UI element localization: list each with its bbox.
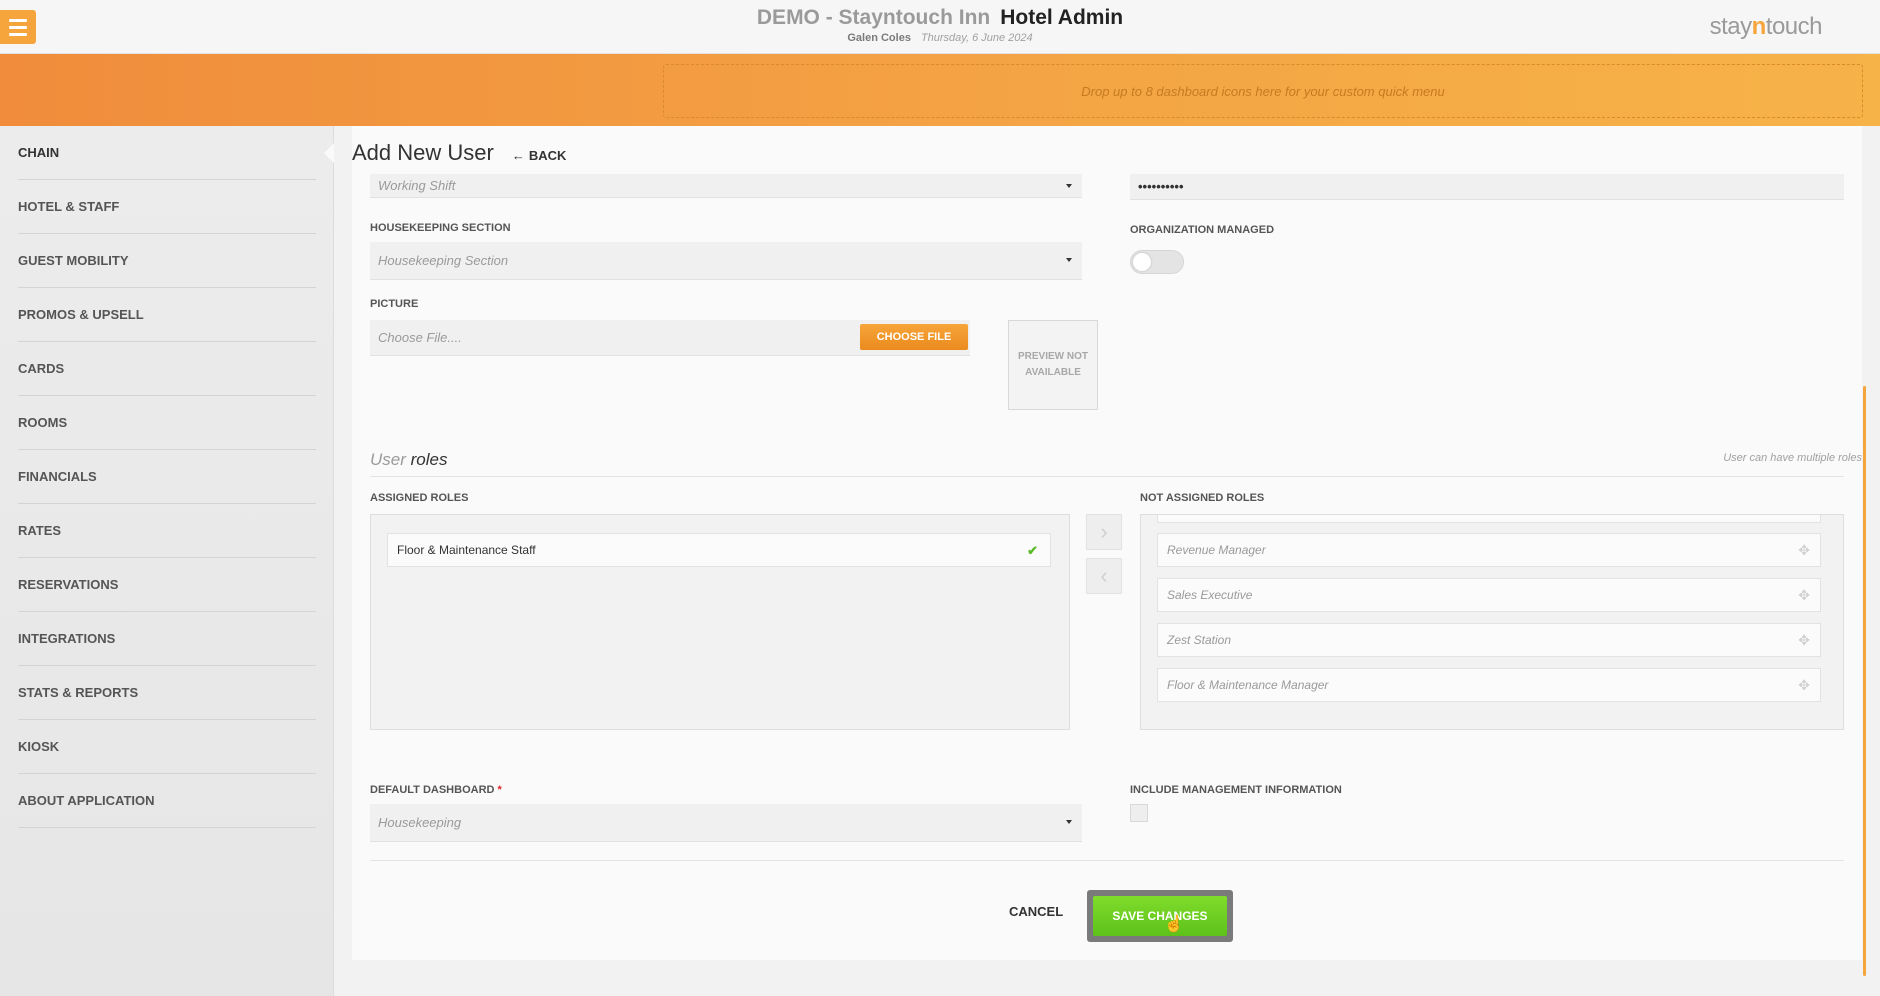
password-field[interactable]: ••••••••••: [1130, 174, 1844, 200]
assigned-roles-label: ASSIGNED ROLES: [370, 492, 469, 504]
sidebar-item-promos-upsell[interactable]: PROMOS & UPSELL: [18, 288, 316, 342]
sidebar-item-rates[interactable]: RATES: [18, 504, 316, 558]
default-dashboard-select[interactable]: Housekeeping: [370, 804, 1082, 842]
user-form-panel: Add New User ← BACK Working Shift •••••••…: [352, 126, 1866, 976]
drag-handle-icon: ✥: [1798, 632, 1810, 648]
back-arrow-icon: ←: [511, 148, 525, 163]
role-item-zest-station[interactable]: Zest Station ✥: [1157, 623, 1821, 657]
picture-preview: PREVIEW NOT AVAILABLE: [1008, 320, 1098, 410]
housekeeping-section-label: HOUSEKEEPING SECTION: [370, 222, 511, 234]
divider: [370, 476, 1844, 477]
picture-label: PICTURE: [370, 298, 419, 310]
role-item-partial[interactable]: [1157, 515, 1821, 523]
divider: [370, 860, 1844, 861]
role-item-revenue-manager[interactable]: Revenue Manager ✥: [1157, 533, 1821, 567]
app-title: Hotel Admin: [1000, 6, 1124, 29]
sidebar: CHAIN HOTEL & STAFF GUEST MOBILITY PROMO…: [0, 126, 334, 996]
role-item-floor-maintenance-staff[interactable]: Floor & Maintenance Staff ✔: [387, 533, 1051, 567]
sidebar-item-stats-reports[interactable]: STATS & REPORTS: [18, 666, 316, 720]
back-button[interactable]: ← BACK: [512, 148, 567, 163]
role-item-floor-maintenance-manager[interactable]: Floor & Maintenance Manager ✥: [1157, 668, 1821, 702]
picture-file-input[interactable]: Choose File.... CHOOSE FILE: [370, 320, 970, 356]
main-content: Add New User ← BACK Working Shift •••••••…: [334, 126, 1880, 996]
choose-file-button[interactable]: CHOOSE FILE: [860, 324, 968, 350]
sidebar-item-about-application[interactable]: ABOUT APPLICATION: [18, 774, 316, 828]
scrollbar[interactable]: [1863, 386, 1866, 976]
drag-handle-icon: ✥: [1798, 587, 1810, 603]
organization-managed-label: ORGANIZATION MANAGED: [1130, 224, 1275, 236]
sidebar-item-rooms[interactable]: ROOMS: [18, 396, 316, 450]
save-changes-button[interactable]: SAVE CHANGES: [1093, 896, 1227, 936]
include-management-information-label: INCLUDE MANAGEMENT INFORMATION: [1130, 784, 1342, 796]
chevron-right-icon: ›: [1100, 519, 1108, 544]
sidebar-item-hotel-staff[interactable]: HOTEL & STAFF: [18, 180, 316, 234]
chevron-left-icon: ‹: [1100, 563, 1108, 588]
quick-menu-banner: Drop up to 8 dashboard icons here for yo…: [0, 54, 1880, 126]
not-assigned-roles-list[interactable]: Revenue Manager ✥ Sales Executive ✥ Zest S…: [1140, 514, 1844, 730]
user-roles-heading: User roles: [370, 450, 448, 469]
not-assigned-roles-label: NOT ASSIGNED ROLES: [1140, 492, 1265, 504]
drag-handle-icon: ✥: [1798, 677, 1810, 693]
sidebar-item-chain[interactable]: CHAIN: [18, 126, 316, 180]
sidebar-item-cards[interactable]: CARDS: [18, 342, 316, 396]
chevron-down-icon: [1066, 258, 1072, 262]
move-right-button[interactable]: ›: [1086, 514, 1122, 550]
chevron-down-icon: [1066, 820, 1072, 824]
current-date: Thursday, 6 June 2024: [920, 32, 1033, 44]
sidebar-item-guest-mobility[interactable]: GUEST MOBILITY: [18, 234, 316, 288]
sidebar-item-kiosk[interactable]: KIOSK: [18, 720, 316, 774]
include-management-information-checkbox[interactable]: [1130, 804, 1148, 822]
quick-menu-dropzone[interactable]: Drop up to 8 dashboard icons here for yo…: [663, 64, 1863, 118]
sidebar-item-reservations[interactable]: RESERVATIONS: [18, 558, 316, 612]
required-indicator: *: [497, 784, 502, 796]
user-name: Galen Coles: [847, 32, 911, 44]
chevron-down-icon: [1066, 184, 1072, 188]
working-shift-select[interactable]: Working Shift: [370, 174, 1082, 198]
sidebar-item-integrations[interactable]: INTEGRATIONS: [18, 612, 316, 666]
cancel-button[interactable]: CANCEL: [1009, 904, 1063, 919]
top-bar: DEMO - Stayntouch Inn Hotel Admin Galen C…: [0, 0, 1880, 54]
move-left-button[interactable]: ‹: [1086, 558, 1122, 594]
page-title: Add New User: [352, 140, 494, 165]
check-icon: ✔: [1027, 543, 1038, 558]
page-header: Add New User ← BACK: [352, 140, 566, 166]
roles-hint: User can have multiple roles: [1723, 452, 1862, 464]
stayntouch-logo: stayntouch: [1709, 13, 1823, 40]
default-dashboard-label: DEFAULT DASHBOARD *: [370, 784, 502, 796]
toggle-knob: [1133, 253, 1151, 271]
role-item-sales-executive[interactable]: Sales Executive ✥: [1157, 578, 1821, 612]
header-title: DEMO - Stayntouch Inn Hotel Admin Galen C…: [0, 6, 1880, 44]
save-changes-focus-ring: SAVE CHANGES: [1087, 890, 1233, 942]
pointer-cursor-icon: ☝: [1164, 916, 1184, 933]
housekeeping-section-select[interactable]: Housekeeping Section: [370, 242, 1082, 280]
drag-handle-icon: ✥: [1798, 542, 1810, 558]
assigned-roles-list[interactable]: Floor & Maintenance Staff ✔: [370, 514, 1070, 730]
organization-managed-toggle[interactable]: [1130, 250, 1184, 274]
sidebar-item-financials[interactable]: FINANCIALS: [18, 450, 316, 504]
hotel-name: DEMO - Stayntouch Inn: [756, 6, 991, 29]
